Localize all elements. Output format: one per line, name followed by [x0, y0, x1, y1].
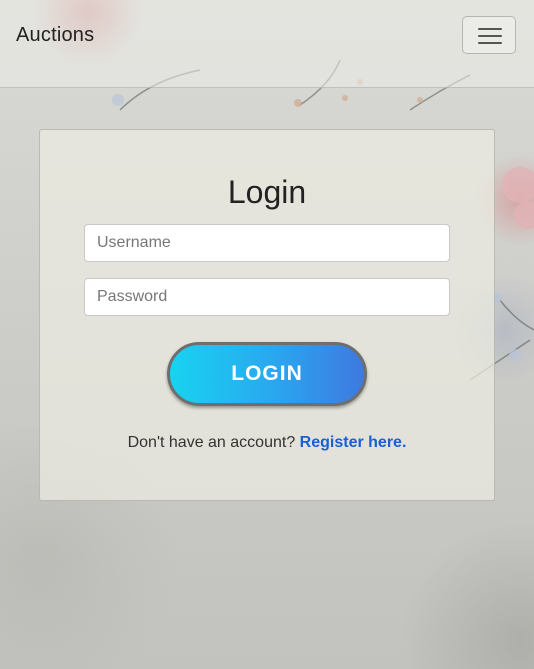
register-prompt-line: Don't have an account? Register here.	[40, 434, 494, 452]
password-input[interactable]	[84, 278, 450, 316]
page-title: Login	[227, 174, 307, 210]
username-input[interactable]	[84, 224, 450, 262]
register-link[interactable]: Register here.	[300, 434, 407, 451]
register-prompt-text: Don't have an account?	[127, 434, 296, 451]
hamburger-menu-icon	[478, 28, 502, 30]
hamburger-menu-icon-bar	[478, 42, 502, 44]
login-button[interactable]: LOGIN	[167, 342, 367, 406]
brand-link[interactable]: Auctions	[16, 24, 94, 47]
navbar: Auctions	[0, 0, 534, 88]
navbar-toggle-button[interactable]	[462, 16, 516, 54]
hamburger-menu-icon-bar	[478, 35, 502, 37]
login-card: Login LOGIN Don't have an account? Regis…	[39, 129, 495, 501]
